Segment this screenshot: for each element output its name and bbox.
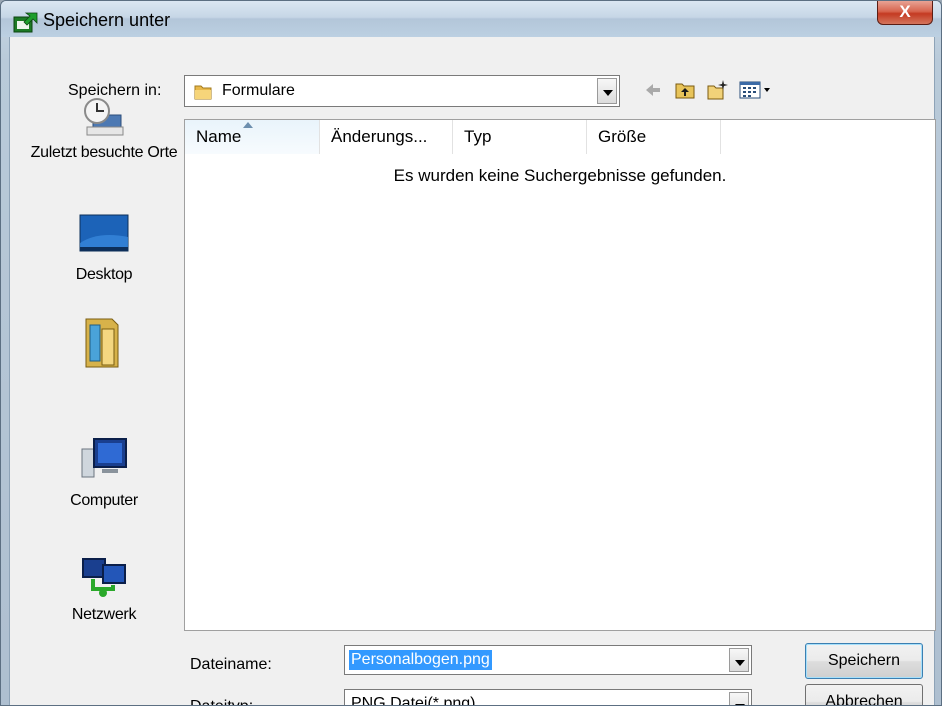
place-label-desktop: Desktop: [75, 266, 133, 283]
cancel-button[interactable]: Abbrechen: [805, 684, 923, 705]
places-bar: Zuletzt besuchte Orte Desktop Computer N…: [24, 93, 184, 685]
place-computer[interactable]: Computer: [24, 435, 184, 510]
column-header-name[interactable]: Name: [185, 120, 320, 154]
filetype-dropdown-arrow[interactable]: [729, 692, 749, 705]
column-header-type[interactable]: Typ: [453, 120, 587, 154]
filename-dropdown-arrow[interactable]: [729, 648, 749, 672]
place-desktop[interactable]: Desktop: [24, 213, 184, 284]
view-menu-icon[interactable]: [738, 79, 774, 101]
place-recent[interactable]: Zuletzt besuchte Orte: [24, 93, 184, 162]
new-folder-icon[interactable]: [706, 79, 728, 101]
documents-folder-icon: [85, 318, 119, 368]
dialog-body: Speichern in: Formulare Zuletzt besuchte…: [9, 37, 936, 706]
filetype-label: Dateityp:: [190, 698, 253, 705]
filetype-value: PNG Datei(*.png): [351, 695, 476, 706]
current-folder-name: Formulare: [222, 82, 295, 99]
save-in-dropdown-arrow[interactable]: [597, 78, 617, 104]
network-icon: [82, 558, 126, 597]
column-label-modified: Änderungs...: [331, 127, 428, 146]
column-label-type: Typ: [464, 127, 492, 146]
filetype-select[interactable]: PNG Datei(*.png): [344, 689, 752, 706]
save-icon: [13, 12, 38, 33]
close-button[interactable]: X: [877, 1, 933, 25]
back-arrow-icon[interactable]: [642, 79, 664, 101]
place-label-computer: Computer: [70, 492, 138, 509]
dialog-title: Speichern unter: [43, 10, 171, 30]
up-folder-icon[interactable]: [674, 79, 696, 101]
title-bar[interactable]: Speichern unter X: [1, 1, 941, 37]
place-documents[interactable]: [24, 315, 184, 369]
column-header-size[interactable]: Größe: [587, 120, 721, 154]
column-header-modified[interactable]: Änderungs...: [320, 120, 453, 154]
save-as-dialog: Speichern unter X Speichern in: Formular…: [0, 0, 942, 706]
computer-icon: [81, 438, 127, 478]
place-label-network: Netzwerk: [71, 606, 137, 623]
desktop-icon: [79, 214, 129, 252]
filename-input[interactable]: Personalbogen.png: [349, 650, 492, 670]
sort-ascending-icon: [243, 122, 253, 128]
column-label-name: Name: [196, 127, 242, 146]
filename-label: Dateiname:: [190, 656, 272, 673]
close-icon: X: [899, 2, 911, 21]
filename-combobox[interactable]: Personalbogen.png: [344, 645, 752, 675]
recent-places-icon: [84, 98, 124, 136]
file-list[interactable]: Name Änderungs... Typ Größe Es wurden ke…: [184, 119, 936, 631]
save-in-combobox[interactable]: Formulare: [184, 75, 620, 107]
place-network[interactable]: Netzwerk: [24, 555, 184, 624]
folder-icon: [194, 85, 212, 100]
empty-results-message: Es wurden keine Suchergebnisse gefunden.: [393, 166, 727, 185]
column-label-size: Größe: [598, 127, 647, 146]
save-button[interactable]: Speichern: [805, 643, 923, 679]
place-label-recent: Zuletzt besuchte Orte: [30, 144, 178, 161]
